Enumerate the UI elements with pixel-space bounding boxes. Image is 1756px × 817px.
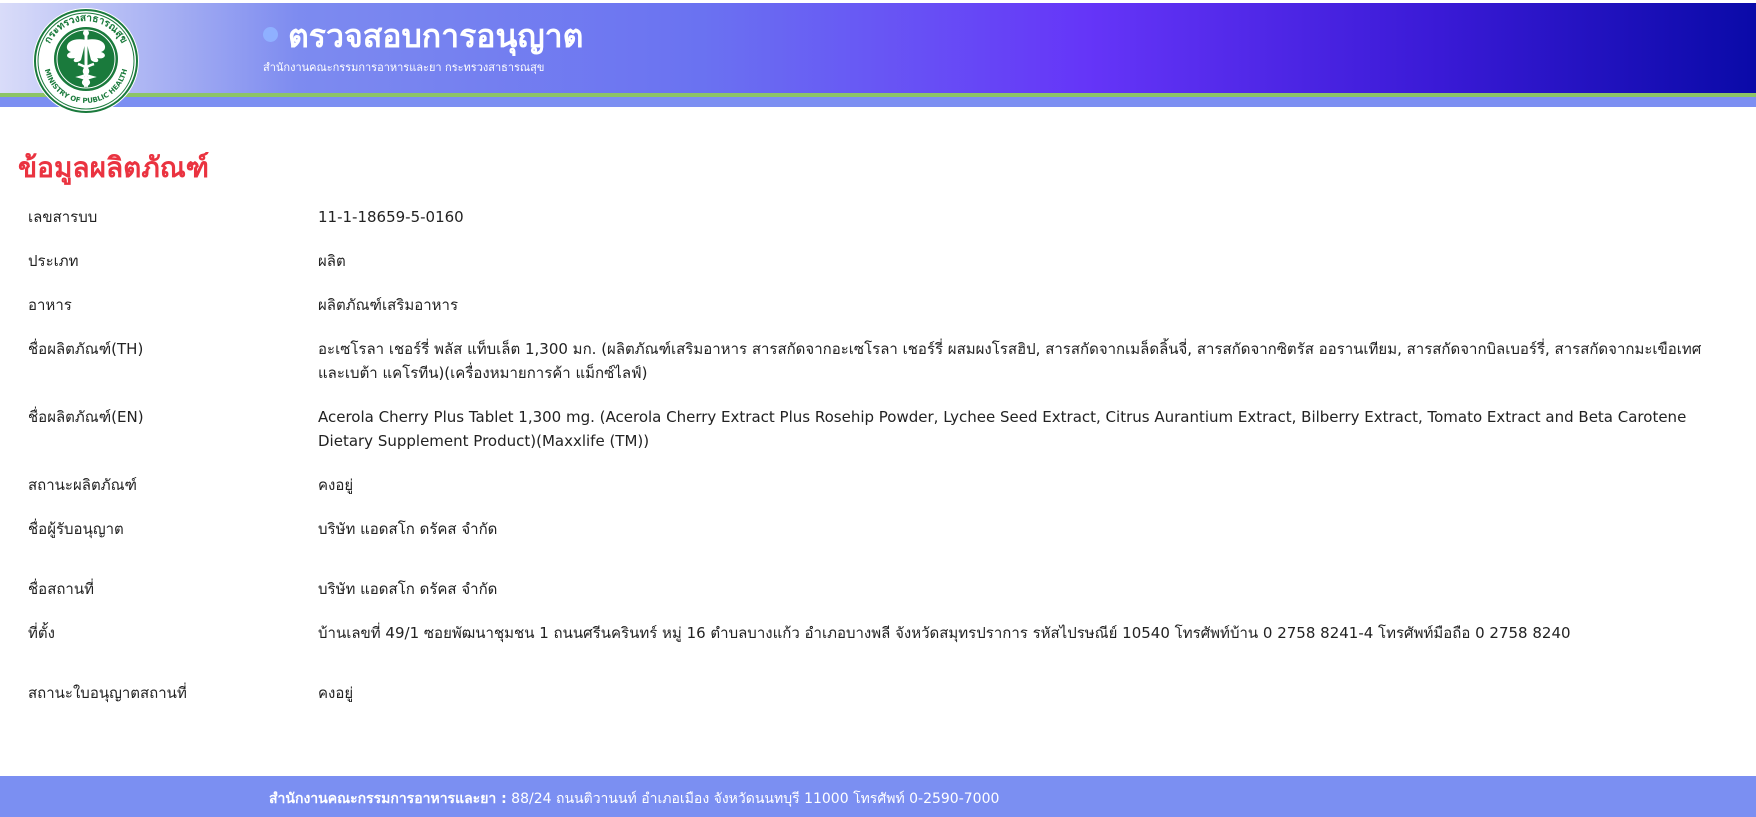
- site-header: กระทรวงสาธารณสุข MINISTRY OF PUBLIC HEAL…: [0, 0, 1756, 114]
- moph-seal-icon[interactable]: กระทรวงสาธารณสุข MINISTRY OF PUBLIC HEAL…: [31, 6, 141, 116]
- field-label-type: ประเภท: [28, 252, 79, 270]
- field-value-category: ผลิตภัณฑ์เสริมอาหาร: [318, 296, 459, 314]
- page-title: ข้อมูลผลิตภัณฑ์: [18, 151, 209, 184]
- field-label-licensee: ชื่อผู้รับอนุญาต: [28, 520, 124, 538]
- field-label-registration-number: เลขสารบบ: [28, 208, 98, 226]
- field-label-product-status: สถานะผลิตภัณฑ์: [28, 476, 137, 494]
- title-bullet-icon: [263, 27, 278, 42]
- header-banner: [0, 3, 1756, 94]
- field-label-product-name-en: ชื่อผลิตภัณฑ์(EN): [28, 408, 144, 426]
- site-footer: สำนักงานคณะกรรมการอาหารและยา : 88/24 ถนน…: [0, 776, 1756, 817]
- header-subtitle: สำนักงานคณะกรรมการอาหารและยา กระทรวงสาธา…: [263, 61, 545, 74]
- field-label-address: ที่ตั้ง: [28, 624, 55, 642]
- field-value-product-name-th: อะเซโรลา เชอร์รี่ พลัส แท็บเล็ต 1,300 มก…: [318, 340, 1702, 382]
- field-label-category: อาหาร: [28, 296, 72, 314]
- footer-contact: สำนักงานคณะกรรมการอาหารและยา : 88/24 ถนน…: [269, 788, 999, 810]
- header-title: ตรวจสอบการอนุญาต: [288, 17, 584, 55]
- field-value-product-name-en: Acerola Cherry Plus Tablet 1,300 mg. (Ac…: [318, 408, 1687, 450]
- field-label-product-name-th: ชื่อผลิตภัณฑ์(TH): [28, 340, 144, 358]
- field-value-type: ผลิต: [318, 252, 346, 270]
- footer-org-name: สำนักงานคณะกรรมการอาหารและยา :: [269, 791, 507, 807]
- field-value-premises-license-status: คงอยู่: [318, 684, 354, 702]
- field-value-address: บ้านเลขที่ 49/1 ซอยพัฒนาชุมชน 1 ถนนศรีนค…: [318, 624, 1571, 642]
- field-value-licensee: บริษัท แอดสโก ดรัคส จำกัด: [318, 520, 498, 538]
- field-value-product-status: คงอยู่: [318, 476, 354, 494]
- field-value-premises-name: บริษัท แอดสโก ดรัคส จำกัด: [318, 580, 498, 598]
- footer-address: 88/24 ถนนติวานนท์ อำเภอเมือง จังหวัดนนทบ…: [506, 791, 1000, 807]
- field-label-premises-name: ชื่อสถานที่: [28, 580, 94, 598]
- field-label-premises-license-status: สถานะใบอนุญาตสถานที่: [28, 684, 187, 702]
- header-stripe-blue: [0, 97, 1756, 107]
- field-value-registration-number: 11-1-18659-5-0160: [318, 208, 464, 226]
